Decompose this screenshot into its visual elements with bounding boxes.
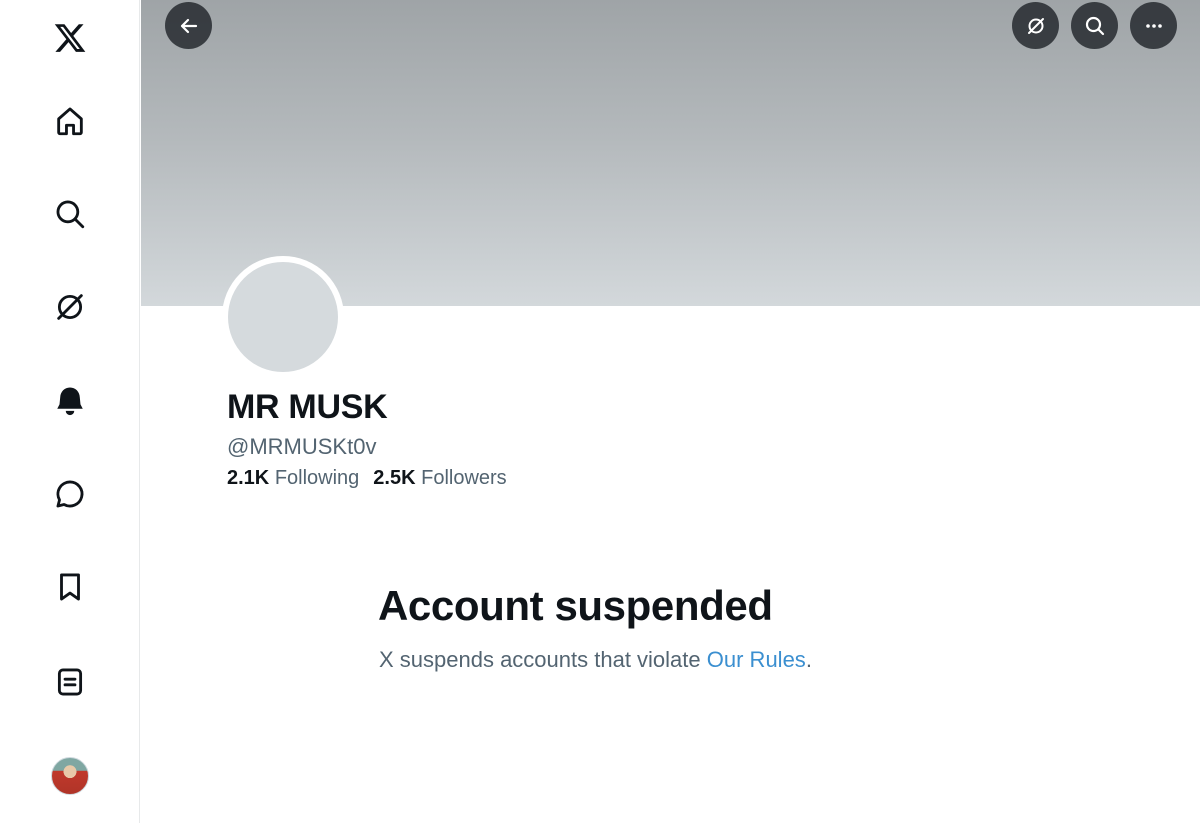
profile-main: MR MUSK @MRMUSKt0v 2.1K Following 2.5K F…	[141, 0, 1200, 823]
grok-icon	[1027, 17, 1044, 34]
sidebar-nav	[0, 0, 140, 823]
back-button[interactable]	[165, 2, 212, 49]
app-window: MR MUSK @MRMUSKt0v 2.1K Following 2.5K F…	[0, 0, 1200, 823]
followers-count: 2.5K	[373, 467, 416, 489]
following-label: Following	[274, 467, 360, 489]
suspended-message-text: X suspends accounts that violate	[379, 647, 707, 672]
search-button[interactable]	[1071, 2, 1118, 49]
home-icon[interactable]	[40, 91, 100, 151]
suspended-message-period: .	[805, 647, 812, 672]
avatar	[51, 757, 89, 795]
x-logo-icon[interactable]	[40, 8, 100, 68]
search-icon	[1085, 16, 1104, 35]
more-icon	[1145, 23, 1162, 28]
following-link[interactable]: 2.1K Following	[227, 467, 359, 490]
default-avatar-placeholder	[228, 262, 338, 372]
profile-avatar-button[interactable]	[40, 746, 100, 806]
search-icon[interactable]	[40, 184, 100, 244]
bookmark-icon[interactable]	[40, 557, 100, 617]
following-count: 2.1K	[227, 467, 270, 489]
follow-stats: 2.1K Following 2.5K Followers	[227, 467, 507, 490]
followers-link[interactable]: 2.5K Followers	[373, 467, 506, 490]
messages-bubble-icon[interactable]	[40, 464, 100, 524]
our-rules-link[interactable]: Our Rules	[707, 647, 806, 672]
more-options-button[interactable]	[1130, 2, 1177, 49]
back-arrow-icon	[180, 18, 197, 33]
suspended-message: X suspends accounts that violate Our Rul…	[379, 647, 812, 673]
grok-icon[interactable]	[40, 277, 100, 337]
followers-label: Followers	[421, 467, 507, 489]
profile-avatar[interactable]	[222, 256, 344, 378]
suspended-heading: Account suspended	[378, 582, 773, 629]
display-name: MR MUSK	[227, 388, 388, 426]
user-handle: @MRMUSKt0v	[227, 434, 377, 459]
grok-button[interactable]	[1012, 2, 1059, 49]
notifications-bell-icon[interactable]	[40, 371, 100, 431]
lists-icon[interactable]	[40, 652, 100, 712]
